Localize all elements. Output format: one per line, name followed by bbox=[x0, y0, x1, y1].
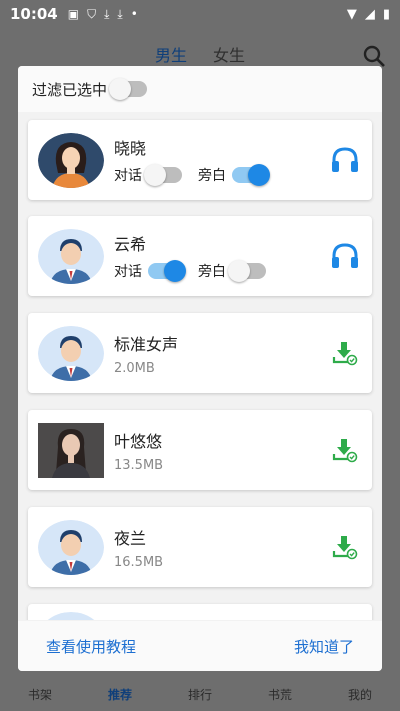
filter-switch[interactable] bbox=[109, 78, 148, 100]
nav-discover[interactable]: 书荒 bbox=[268, 686, 292, 703]
voice-toggles: 对话 旁白 bbox=[114, 164, 328, 186]
tutorial-link[interactable]: 查看使用教程 bbox=[46, 636, 136, 657]
bottom-nav: 书架 推荐 排行 书荒 我的 bbox=[0, 667, 400, 711]
wifi-icon: ▼ bbox=[346, 6, 357, 22]
voice-toggles: 对话 旁白 bbox=[114, 260, 328, 282]
voice-card[interactable]: 叶悠悠 13.5MB bbox=[28, 410, 372, 490]
headphones-icon[interactable] bbox=[328, 143, 362, 177]
voice-card[interactable]: 夜兰 16.5MB bbox=[28, 507, 372, 587]
voice-size: 2.0MB bbox=[114, 360, 155, 376]
dialog-switch[interactable] bbox=[144, 164, 182, 186]
voice-dialog: 过滤已选中 晓晓 对话 旁白 云希 对话 旁白 标准女声 2.0MB 叶悠悠 1… bbox=[18, 66, 382, 671]
signal-icon: ◢ bbox=[364, 6, 375, 22]
voice-info: 夜兰 16.5MB bbox=[114, 525, 328, 570]
voice-name: 标准女声 bbox=[114, 334, 179, 354]
download-icon[interactable] bbox=[328, 336, 362, 370]
voice-card[interactable]: 晓晓 对话 旁白 bbox=[28, 120, 372, 200]
search-icon[interactable] bbox=[362, 44, 386, 68]
avatar bbox=[38, 325, 104, 381]
dialog-toggle-label: 对话 bbox=[114, 264, 142, 280]
dialog-toggle-label: 对话 bbox=[114, 168, 142, 184]
nav-recommend[interactable]: 推荐 bbox=[108, 686, 132, 703]
avatar bbox=[38, 422, 104, 478]
dot-icon: • bbox=[130, 7, 138, 21]
voice-name: 夜兰 bbox=[114, 528, 147, 548]
download-status-icon: ⤓ bbox=[104, 6, 110, 21]
voice-name: 叶悠悠 bbox=[114, 431, 163, 451]
download-status-icon: ⤓ bbox=[117, 6, 123, 21]
dialog-footer: 查看使用教程 我知道了 bbox=[18, 621, 382, 671]
voice-info: 晓晓 对话 旁白 bbox=[114, 135, 328, 186]
image-icon: ▣ bbox=[67, 7, 80, 21]
narration-switch[interactable] bbox=[228, 260, 266, 282]
narration-toggle-label: 旁白 bbox=[198, 168, 226, 184]
voice-card[interactable] bbox=[28, 604, 372, 620]
voice-info: 叶悠悠 13.5MB bbox=[114, 428, 328, 473]
voice-list[interactable]: 晓晓 对话 旁白 云希 对话 旁白 标准女声 2.0MB 叶悠悠 13.5MB … bbox=[18, 116, 382, 620]
shield-icon: ⛉ bbox=[87, 6, 97, 21]
avatar bbox=[38, 519, 104, 575]
download-icon[interactable] bbox=[328, 433, 362, 467]
status-time: 10:04 bbox=[10, 5, 58, 23]
voice-size: 16.5MB bbox=[114, 554, 164, 570]
avatar bbox=[38, 132, 104, 188]
voice-name: 云希 bbox=[114, 235, 147, 254]
status-bar: 10:04 ▣ ⛉ ⤓ ⤓ • ▼ ◢ ▮ bbox=[0, 0, 400, 28]
nav-mine[interactable]: 我的 bbox=[348, 686, 372, 703]
voice-name: 晓晓 bbox=[114, 139, 147, 158]
download-icon[interactable] bbox=[328, 530, 362, 564]
headphones-icon[interactable] bbox=[328, 239, 362, 273]
narration-toggle-label: 旁白 bbox=[198, 264, 226, 280]
avatar bbox=[38, 612, 104, 620]
narration-switch[interactable] bbox=[232, 164, 270, 186]
voice-card[interactable]: 云希 对话 旁白 bbox=[28, 216, 372, 296]
avatar bbox=[38, 228, 104, 284]
voice-info: 云希 对话 旁白 bbox=[114, 231, 328, 282]
battery-icon: ▮ bbox=[382, 6, 390, 22]
ok-button[interactable]: 我知道了 bbox=[294, 636, 354, 657]
voice-card[interactable]: 标准女声 2.0MB bbox=[28, 313, 372, 393]
filter-label: 过滤已选中 bbox=[32, 80, 108, 99]
voice-size: 13.5MB bbox=[114, 457, 164, 473]
dialog-switch[interactable] bbox=[148, 260, 186, 282]
nav-ranking[interactable]: 排行 bbox=[188, 686, 212, 703]
voice-info: 标准女声 2.0MB bbox=[114, 331, 328, 376]
filter-row: 过滤已选中 bbox=[18, 66, 382, 112]
nav-bookshelf[interactable]: 书架 bbox=[28, 686, 52, 703]
